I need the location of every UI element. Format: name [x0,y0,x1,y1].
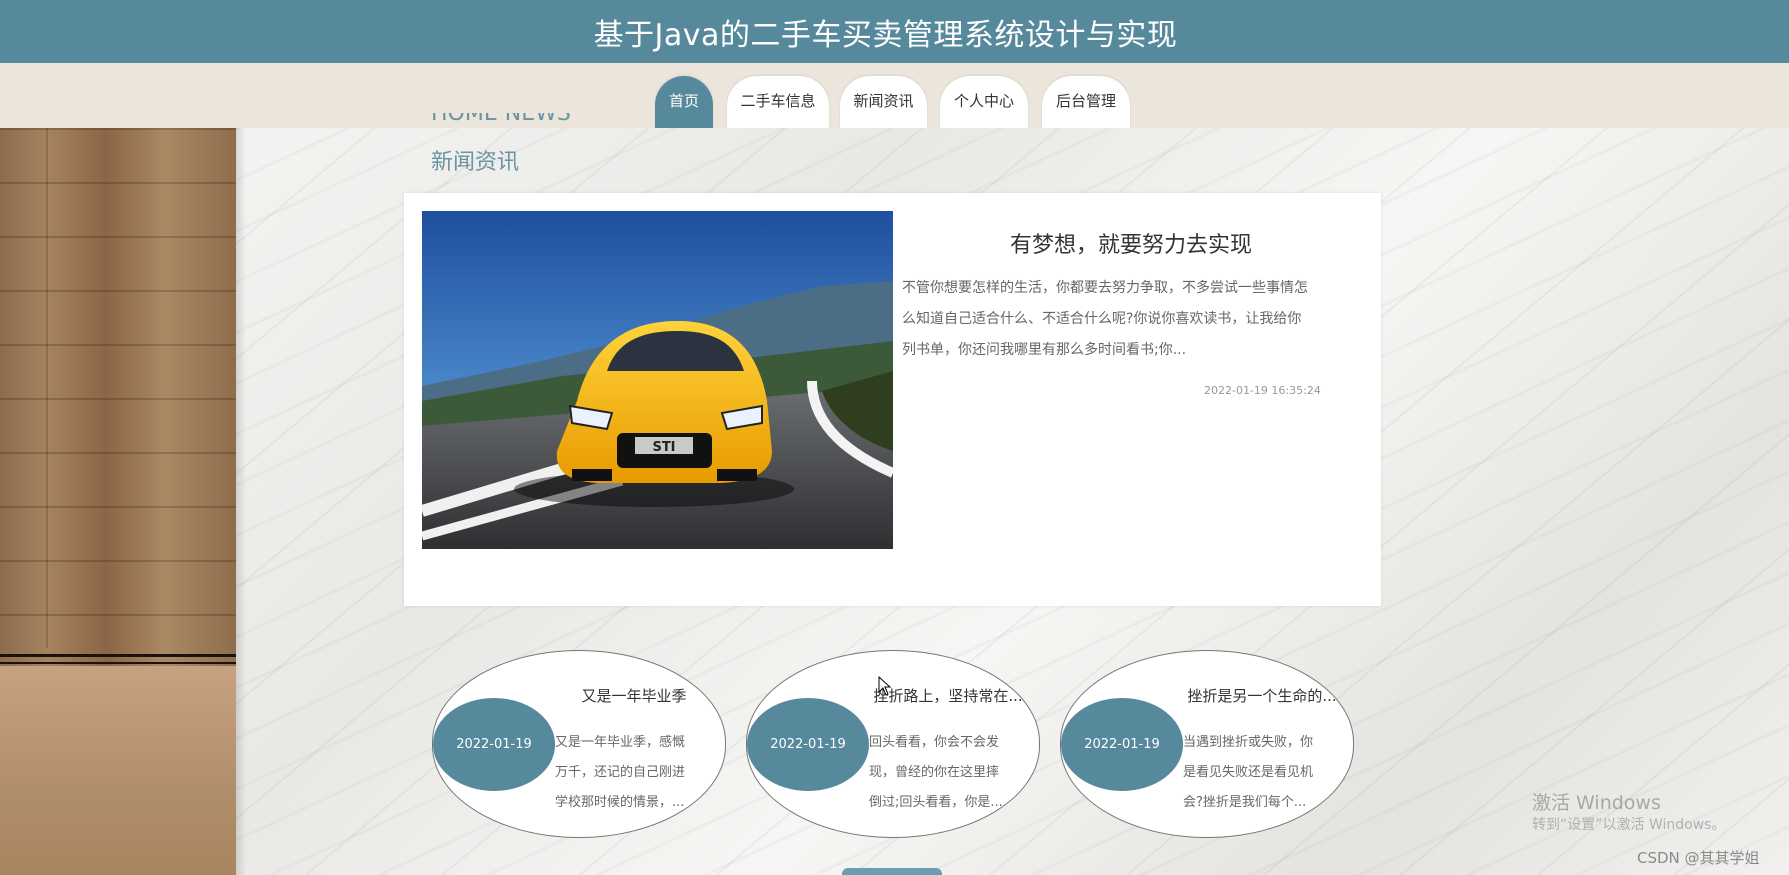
site-header: 基于Java的二手车买卖管理系统设计与实现 [0,0,1789,63]
bottom-tab[interactable] [842,868,942,875]
news-excerpt: 当遇到挫折或失败，你是看见失败还是看见机会?挫折是我们每个... [1183,735,1314,810]
car-photo: STI [422,211,893,549]
news-card[interactable]: 2022-01-19 挫折是另一个生命的... 当遇到挫折或失败，你是看见失败还… [1060,650,1354,838]
news-excerpt: 又是一年毕业季，感慨万千，还记的自己刚进学校那时候的情景，... [555,735,686,810]
nav-bar: 首页 二手车信息 新闻资讯 个人中心 后台管理 [0,63,1789,128]
news-date-badge: 2022-01-19 [747,698,869,791]
news-title[interactable]: 又是一年毕业季 [559,685,709,706]
section-title-en: HOME NEWS [431,113,631,135]
featured-news-title[interactable]: 有梦想，就要努力去实现 [907,227,1355,259]
nav-item-home[interactable]: 首页 [655,76,713,128]
svg-text:STI: STI [652,440,675,455]
site-title: 基于Java的二手车买卖管理系统设计与实现 [593,17,1178,53]
nav-item-used-cars[interactable]: 二手车信息 [727,76,829,128]
nav-item-admin[interactable]: 后台管理 [1042,76,1130,128]
screen: 基于Java的二手车买卖管理系统设计与实现 首页 二手车信息 新闻资讯 个人中心… [0,0,1789,875]
section-title-en-text: HOME NEWS [431,113,571,126]
section-title-cn: 新闻资讯 [431,150,520,175]
csdn-credit: CSDN @其其学姐 [1637,849,1760,867]
nav-item-news[interactable]: 新闻资讯 [840,76,927,128]
nav-item-personal-center[interactable]: 个人中心 [940,76,1028,128]
mouse-cursor-icon [878,676,892,696]
news-date-badge: 2022-01-19 [1061,698,1183,791]
featured-news-card[interactable]: STI 有梦想，就要努力去实现 不管你想要怎样的生活，你都要去努力争取，不多尝试… [404,193,1381,606]
news-date-badge: 2022-01-19 [433,698,555,791]
news-title[interactable]: 挫折是另一个生命的... [1187,685,1337,706]
wood-floor [0,666,236,875]
wood-seam [46,128,48,648]
featured-news-image[interactable]: STI [422,211,893,549]
windows-activation-watermark: 激活 Windows [1532,792,1661,814]
news-title[interactable]: 挫折路上，坚持常在... [873,685,1023,706]
featured-news-excerpt: 不管你想要怎样的生活，你都要去努力争取，不多尝试一些事情怎么知道自己适合什么、不… [902,280,1308,358]
news-card[interactable]: 2022-01-19 又是一年毕业季 又是一年毕业季，感慨万千，还记的自己刚进学… [432,650,726,838]
news-excerpt: 回头看看，你会不会发现，曾经的你在这里摔倒过;回头看看，你是... [869,735,1003,810]
windows-activation-hint: 转到“设置”以激活 Windows。 [1532,817,1726,833]
panel-shadow [236,128,246,875]
featured-news-date: 2022-01-19 16:35:24 [1204,384,1321,397]
wood-divider [0,654,236,657]
wood-divider [0,662,236,664]
news-card[interactable]: 2022-01-19 挫折路上，坚持常在... 回头看看，你会不会发现，曾经的你… [746,650,1040,838]
